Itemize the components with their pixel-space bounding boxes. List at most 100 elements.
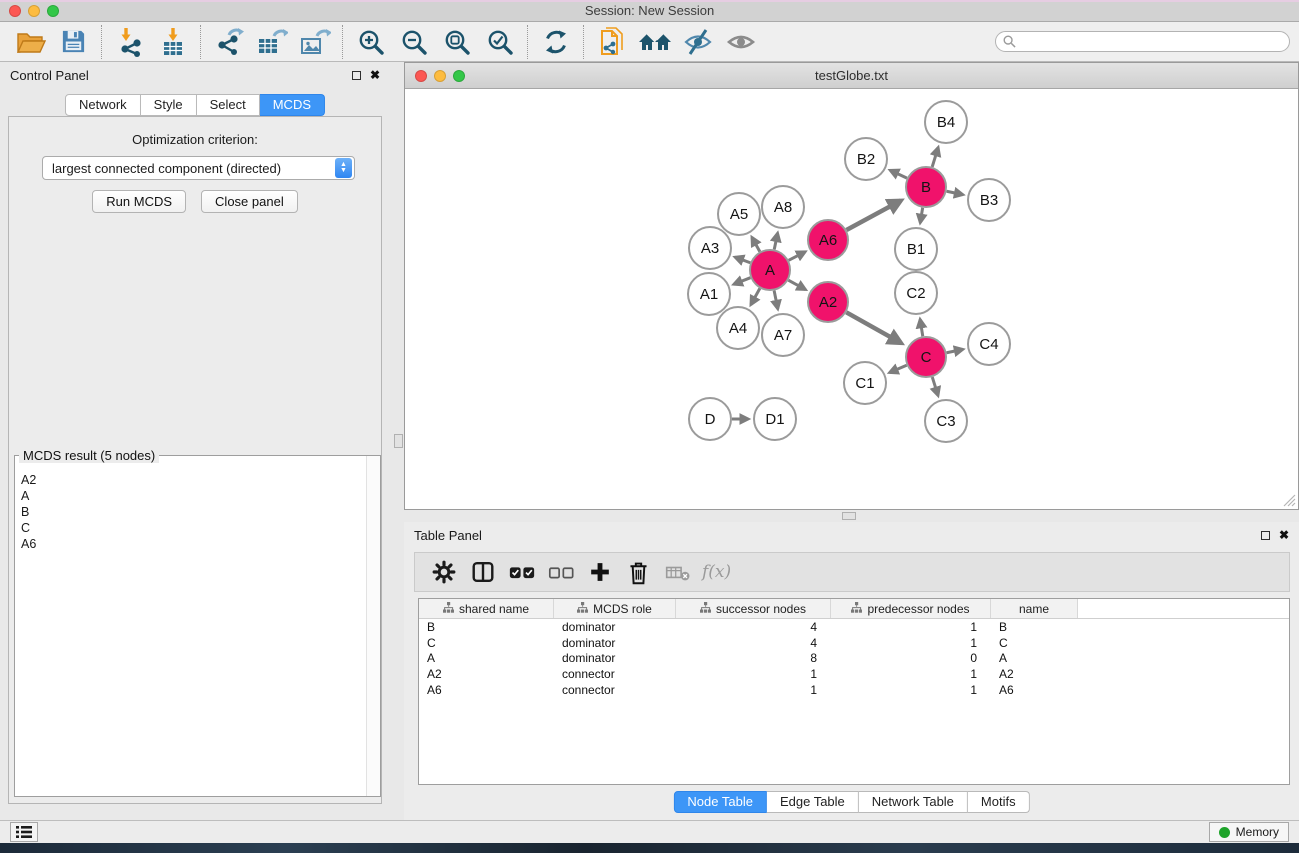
cell-name: A <box>991 651 1078 665</box>
table-panel: Table Panel ✖ f(x) shared nameMCDS rol <box>404 522 1299 820</box>
delete-columns-icon[interactable] <box>620 555 657 589</box>
edge-B-B4 <box>932 148 938 167</box>
table-header-row: shared nameMCDS rolesuccessor nodesprede… <box>419 599 1289 619</box>
table-row[interactable]: A6connector11A6 <box>419 682 1289 698</box>
column-header-name[interactable]: name <box>991 599 1078 618</box>
close-panel-button[interactable]: Close panel <box>201 190 298 213</box>
tab-motifs[interactable]: Motifs <box>968 791 1030 813</box>
network-window-titlebar[interactable]: testGlobe.txt <box>405 63 1298 89</box>
result-scrollbar[interactable] <box>366 456 380 796</box>
export-network-icon[interactable] <box>207 24 250 60</box>
column-header-successor-nodes[interactable]: successor nodes <box>676 599 831 618</box>
toolbar-separator <box>342 25 343 59</box>
cell-predecessor-nodes: 0 <box>831 651 991 665</box>
edge-A6-B <box>846 201 900 230</box>
node-label-A: A <box>765 262 775 279</box>
criterion-dropdown[interactable]: largest connected component (directed) ▲… <box>42 156 355 180</box>
select-all-checkboxes-icon[interactable] <box>503 555 540 589</box>
hide-graphics-details-icon[interactable] <box>676 24 719 60</box>
mcds-result-item[interactable]: B <box>15 504 366 520</box>
run-mcds-button[interactable]: Run MCDS <box>92 190 186 213</box>
apply-layout-icon[interactable] <box>534 24 577 60</box>
column-header-shared-name[interactable]: shared name <box>419 599 554 618</box>
deselect-all-checkboxes-icon[interactable] <box>542 555 579 589</box>
node-label-B3: B3 <box>980 192 998 209</box>
cell-shared-name: A <box>419 651 554 665</box>
cell-name: C <box>991 636 1078 650</box>
tab-network-table[interactable]: Network Table <box>859 791 968 813</box>
search-field[interactable] <box>995 31 1290 52</box>
mcds-result-item[interactable]: A6 <box>15 536 366 552</box>
zoom-out-icon[interactable] <box>392 24 435 60</box>
shared-column-icon <box>443 602 454 616</box>
network-graph[interactable]: AA1A2A3A4A5A6A7A8BB1B2B3B4CC1C2C3C4DD1 <box>405 90 1298 509</box>
table-row[interactable]: Adominator80A <box>419 651 1289 667</box>
table-row[interactable]: A2connector11A2 <box>419 666 1289 682</box>
delete-table-icon[interactable] <box>659 555 696 589</box>
cell-successor-nodes: 4 <box>676 636 831 650</box>
edge-A-A6 <box>789 252 806 261</box>
table-row[interactable]: Bdominator41B <box>419 619 1289 635</box>
edge-A-A8 <box>774 233 777 249</box>
zoom-selected-icon[interactable] <box>478 24 521 60</box>
memory-label: Memory <box>1236 825 1279 839</box>
network-canvas[interactable]: AA1A2A3A4A5A6A7A8BB1B2B3B4CC1C2C3C4DD1 <box>405 90 1298 509</box>
tab-style[interactable]: Style <box>141 94 197 116</box>
table-row[interactable]: Cdominator41C <box>419 635 1289 651</box>
edge-B-B1 <box>920 208 922 223</box>
node-label-A8: A8 <box>774 199 792 216</box>
column-header-MCDS-role[interactable]: MCDS role <box>554 599 676 618</box>
search-input[interactable] <box>1021 34 1282 49</box>
cell-name: A6 <box>991 683 1078 697</box>
cell-successor-nodes: 1 <box>676 667 831 681</box>
node-label-C2: C2 <box>906 285 925 302</box>
node-label-C: C <box>921 349 932 366</box>
tab-select[interactable]: Select <box>197 94 260 116</box>
shared-column-icon <box>577 602 588 616</box>
export-table-icon[interactable] <box>250 24 293 60</box>
cell-shared-name: B <box>419 620 554 634</box>
zoom-in-icon[interactable] <box>349 24 392 60</box>
mcds-result-item[interactable]: A2 <box>15 472 366 488</box>
function-builder-icon[interactable]: f(x) <box>698 562 731 582</box>
horizontal-splitter-handle[interactable] <box>842 512 856 520</box>
import-table-icon[interactable] <box>151 24 194 60</box>
column-header-predecessor-nodes[interactable]: predecessor nodes <box>831 599 991 618</box>
import-network-icon[interactable] <box>108 24 151 60</box>
cell-MCDS-role: dominator <box>554 636 676 650</box>
save-session-icon[interactable] <box>52 24 95 60</box>
float-table-panel-icon[interactable] <box>1261 531 1270 540</box>
memory-status-icon <box>1219 827 1230 838</box>
cell-predecessor-nodes: 1 <box>831 636 991 650</box>
new-network-from-selection-icon[interactable] <box>590 24 633 60</box>
mcds-result-item[interactable]: A <box>15 488 366 504</box>
float-panel-icon[interactable] <box>352 71 361 80</box>
edge-A-A4 <box>751 288 760 304</box>
show-graphics-details-icon[interactable] <box>719 24 762 60</box>
close-table-panel-icon[interactable]: ✖ <box>1279 529 1289 541</box>
cell-name: A2 <box>991 667 1078 681</box>
task-history-button[interactable] <box>10 822 38 842</box>
node-label-A5: A5 <box>730 206 748 223</box>
export-image-icon[interactable] <box>293 24 336 60</box>
show-columns-icon[interactable] <box>464 555 501 589</box>
table-settings-icon[interactable] <box>425 555 462 589</box>
close-panel-icon[interactable]: ✖ <box>370 69 380 81</box>
node-label-C1: C1 <box>855 375 874 392</box>
cell-MCDS-role: connector <box>554 683 676 697</box>
tab-network[interactable]: Network <box>65 94 141 116</box>
resize-grip-icon[interactable] <box>1283 494 1296 507</box>
node-label-D: D <box>705 411 716 428</box>
tab-node-table[interactable]: Node Table <box>673 791 767 813</box>
table-toolbar: f(x) <box>414 552 1290 592</box>
vertical-splitter-handle[interactable] <box>394 434 403 448</box>
memory-button[interactable]: Memory <box>1209 822 1289 842</box>
add-column-icon[interactable] <box>581 555 618 589</box>
node-label-A1: A1 <box>700 286 718 303</box>
tab-mcds[interactable]: MCDS <box>260 94 325 116</box>
open-file-icon[interactable] <box>9 24 52 60</box>
tab-edge-table[interactable]: Edge Table <box>767 791 859 813</box>
first-neighbors-icon[interactable] <box>633 24 676 60</box>
zoom-fit-icon[interactable] <box>435 24 478 60</box>
mcds-result-item[interactable]: C <box>15 520 366 536</box>
